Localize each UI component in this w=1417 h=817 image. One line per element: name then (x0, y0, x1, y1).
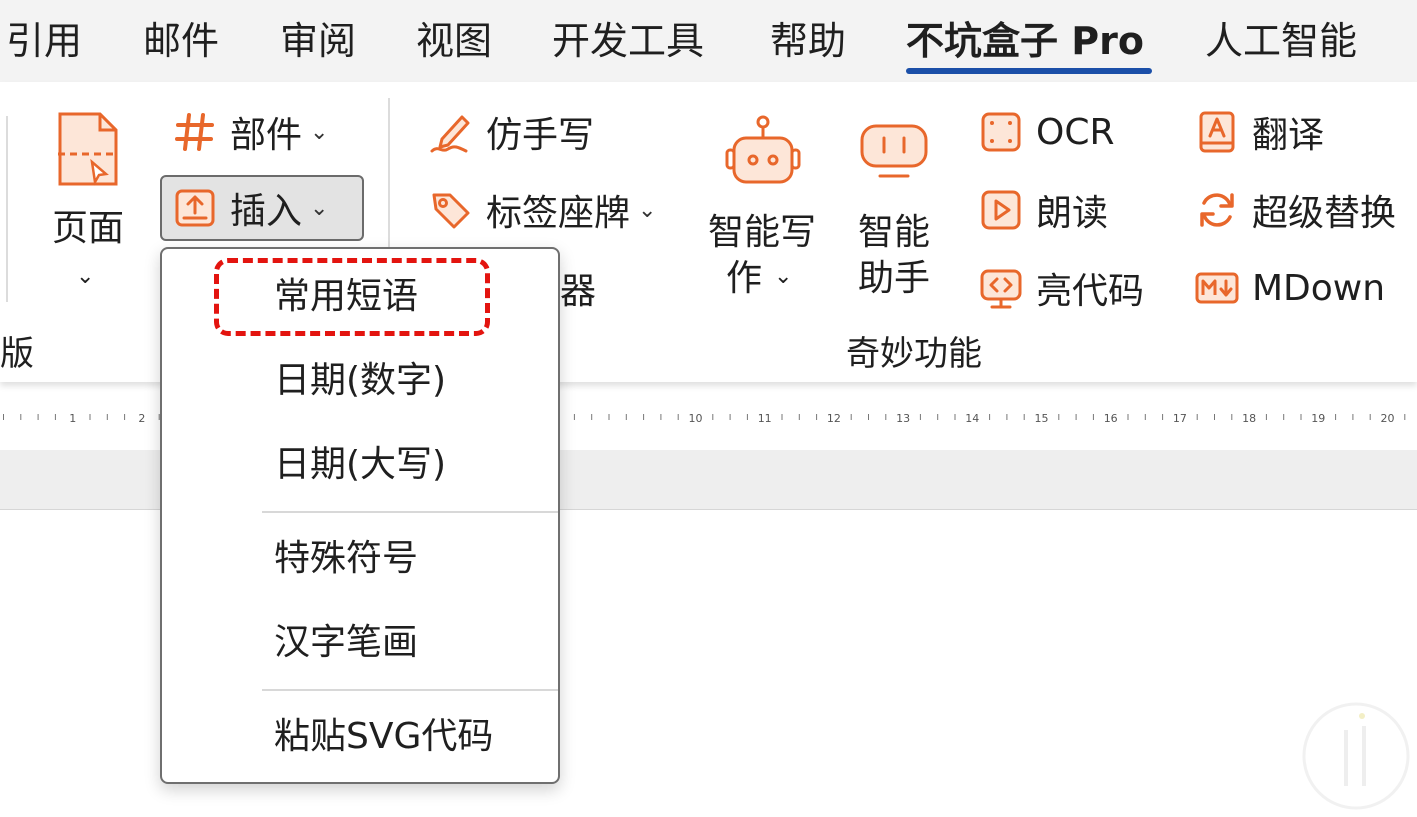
menu-item-special-symbols[interactable]: 特殊符号 (274, 535, 418, 583)
super-replace-button[interactable]: 超级替换 (1194, 182, 1396, 238)
play-icon (981, 190, 1021, 230)
ocr-button-label: OCR (1036, 111, 1115, 153)
menu-item-paste-svg-code[interactable]: 粘贴SVG代码 (274, 713, 493, 761)
parts-button[interactable]: 部件 ⌄ (172, 104, 328, 160)
mdown-button[interactable]: MDown (1194, 260, 1385, 316)
ocr-scan-icon (981, 112, 1021, 152)
menu-item-chinese-strokes[interactable]: 汉字笔画 (274, 619, 418, 667)
handwriting-button[interactable]: 仿手写 (428, 104, 594, 160)
chat-bot-icon (860, 124, 928, 178)
tab-ai[interactable]: 人工智能 (1205, 14, 1357, 68)
insert-button-label: 插入 (230, 191, 303, 232)
ruler-label: 12 (827, 412, 841, 425)
ai-assistant-label-line1: 智能 (858, 212, 931, 253)
ruler-label: 16 (1104, 412, 1118, 425)
ai-write-label-line1: 智能写 (708, 212, 817, 253)
active-tab-indicator (906, 68, 1152, 74)
tab-references[interactable]: 引用 (6, 14, 82, 68)
ruler-label: 14 (965, 412, 979, 425)
tag-icon (432, 193, 470, 229)
menu-item-common-phrases[interactable]: 常用短语 (274, 273, 418, 321)
tab-review[interactable]: 审阅 (280, 14, 356, 68)
chevron-down-icon: ⌄ (310, 119, 329, 145)
ai-write-label-line2: 作 (726, 258, 763, 299)
refresh-icon (1200, 193, 1234, 227)
tab-help[interactable]: 帮助 (770, 14, 846, 68)
menu-separator (262, 689, 558, 691)
ruler-label: 17 (1173, 412, 1187, 425)
ruler-label: 1 (69, 412, 76, 425)
partially-hidden-button[interactable]: 器 (560, 260, 596, 316)
menu-separator (262, 511, 558, 513)
tag-button-label: 标签座牌 (486, 193, 631, 234)
insert-dropdown-menu: 常用短语 日期(数字) 日期(大写) 特殊符号 汉字笔画 粘贴SVG代码 (160, 247, 560, 784)
code-monitor-icon (980, 269, 1022, 309)
group-label-partial: 版 (0, 334, 34, 374)
read-aloud-button[interactable]: 朗读 (978, 182, 1108, 238)
watermark-logo-icon (1302, 702, 1410, 810)
ruler-label: 11 (758, 412, 772, 425)
insert-button-content[interactable]: 插入 ⌄ (172, 180, 328, 236)
chevron-down-icon: ⌄ (76, 264, 95, 289)
page-layout-icon (58, 112, 118, 186)
ocr-button[interactable]: OCR (978, 104, 1115, 160)
robot-icon (725, 115, 801, 184)
ruler-label: 2 (138, 412, 145, 425)
ai-assistant-label-line2: 助手 (858, 258, 931, 299)
pen-signature-icon (430, 115, 470, 153)
super-replace-button-label: 超级替换 (1252, 193, 1397, 234)
ruler-label: 13 (896, 412, 910, 425)
read-aloud-button-label: 朗读 (1036, 193, 1109, 234)
insert-tray-icon (175, 189, 215, 227)
tag-button[interactable]: 标签座牌 ⌄ (428, 182, 656, 238)
page-button-label: 页面 (52, 208, 125, 249)
tab-developer[interactable]: 开发工具 (552, 14, 704, 68)
word-window: 引用 邮件 审阅 视图 开发工具 帮助 不坑盒子 Pro 人工智能 页面 ⌄ 版 (0, 0, 1417, 817)
group-separator (6, 116, 8, 302)
parts-button-label: 部件 (230, 115, 303, 156)
chevron-down-icon: ⌄ (310, 195, 329, 221)
translate-button-label: 翻译 (1252, 115, 1325, 156)
group-label-wonderful-features: 奇妙功能 (846, 334, 982, 374)
markdown-icon (1195, 272, 1239, 304)
ruler-label: 19 (1311, 412, 1325, 425)
ruler-label: 18 (1242, 412, 1256, 425)
highlight-code-button-label: 亮代码 (1036, 271, 1145, 312)
chevron-down-icon: ⌄ (774, 264, 793, 289)
menu-item-date-numeric[interactable]: 日期(数字) (274, 357, 446, 405)
tab-mailings[interactable]: 邮件 (143, 14, 219, 68)
partially-hidden-button-label: 器 (560, 271, 597, 312)
tab-bukeng-box-pro[interactable]: 不坑盒子 Pro (906, 14, 1144, 68)
handwriting-button-label: 仿手写 (486, 115, 595, 156)
ruler-label: 15 (1035, 412, 1049, 425)
mdown-button-label: MDown (1252, 267, 1386, 309)
ribbon-tab-bar: 引用 邮件 审阅 视图 开发工具 帮助 不坑盒子 Pro 人工智能 (0, 0, 1417, 82)
translate-button[interactable]: 翻译 (1194, 104, 1324, 160)
ruler-label: 10 (689, 412, 703, 425)
tab-view[interactable]: 视图 (416, 14, 492, 68)
translate-book-icon (1199, 111, 1235, 153)
chevron-down-icon: ⌄ (638, 197, 657, 223)
hash-icon (175, 113, 214, 151)
menu-item-date-uppercase[interactable]: 日期(大写) (274, 441, 446, 489)
highlight-code-button[interactable]: 亮代码 (978, 260, 1144, 316)
ruler-label: 20 (1381, 412, 1395, 425)
